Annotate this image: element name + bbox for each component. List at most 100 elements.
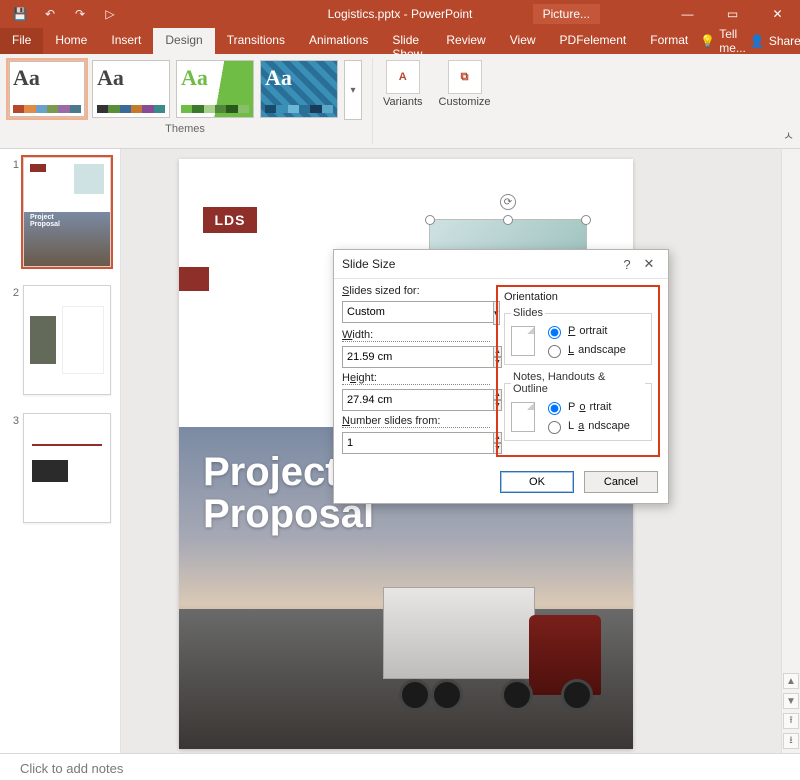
dialog-help-button[interactable]: ? [616,257,638,272]
notes-group-legend: Notes, Handouts & Outline [511,371,645,395]
truck-graphic [383,567,613,717]
notes-placeholder: Click to add notes [20,761,123,776]
window-title: Logistics.pptx - PowerPoint [328,7,473,21]
orientation-label: Orientation [504,291,652,303]
quick-access-toolbar: 💾 ↶ ↷ ▷ [0,2,130,26]
number-spinner[interactable]: ▲▼ [342,432,394,454]
themes-more-button[interactable]: ▾ [344,60,362,120]
customize-button[interactable]: ⧉ Customize [431,54,499,148]
title-bar: 💾 ↶ ↷ ▷ Logistics.pptx - PowerPoint Pict… [0,0,800,28]
width-spinner[interactable]: ▲▼ [342,346,414,368]
height-label: Height: [342,372,490,385]
slide-editor[interactable]: LDS ⟳ ProjectProposal [121,149,800,753]
width-input[interactable] [342,346,493,368]
slide-thumbnail-1[interactable]: ProjectProposal [23,157,111,267]
share-button[interactable]: 👤 Share [750,34,800,48]
page-icon [511,402,535,432]
thumb-number: 2 [9,285,19,395]
slides-group-legend: Slides [511,307,545,319]
tab-design[interactable]: Design [153,28,214,54]
tell-me-search[interactable]: 💡 Tell me... [700,27,746,55]
ok-button[interactable]: OK [500,471,574,493]
maximize-button[interactable]: ▭ [710,0,755,28]
tell-me-label: Tell me... [719,27,746,55]
workspace: 1 ProjectProposal 2 3 LDS [0,149,800,753]
tab-format[interactable]: Format [638,28,700,54]
thumb-number: 1 [9,157,19,267]
ribbon-design: Aa Aa Aa Aa ▾ Themes A Variants ⧉ Custom… [0,54,800,149]
theme-swatch-4[interactable]: Aa [260,60,338,118]
dialog-close-button[interactable]: ✕ [638,256,660,272]
vertical-scrollbar[interactable]: ▲ ▼ ⭱ ⭳ [781,149,800,753]
themes-group-label: Themes [0,122,370,138]
share-label: Share [769,34,800,48]
scroll-down-icon[interactable]: ▼ [783,693,799,709]
lightbulb-icon: 💡 [700,34,715,48]
rotate-handle[interactable]: ⟳ [500,194,516,210]
redo-icon[interactable]: ↷ [68,2,92,26]
theme-swatch-3[interactable]: Aa [176,60,254,118]
slides-portrait-radio[interactable]: Portrait [543,323,626,339]
height-input[interactable] [342,389,493,411]
cancel-button[interactable]: Cancel [584,471,658,493]
number-from-label: Number slides from: [342,415,490,428]
slide-thumbnail-3[interactable] [23,413,111,523]
slide-thumbnail-panel[interactable]: 1 ProjectProposal 2 3 [0,149,121,753]
context-tab-picture[interactable]: Picture... [533,4,600,24]
undo-icon[interactable]: ↶ [38,2,62,26]
width-label: Width: [342,329,490,342]
save-icon[interactable]: 💾 [8,2,32,26]
dialog-left-column: Slides sized for: ▾ Width: ▲▼ Height: ▲▼ [342,285,490,457]
number-input[interactable] [342,432,493,454]
ribbon-tabs: File Home Insert Design Transitions Anim… [0,28,800,54]
tab-review[interactable]: Review [434,28,497,54]
accent-block [179,267,209,291]
customize-label: Customize [439,96,491,108]
tab-slideshow[interactable]: Slide Show [380,28,434,54]
start-slideshow-icon[interactable]: ▷ [98,2,122,26]
sized-for-input[interactable] [342,301,493,323]
slides-landscape-radio[interactable]: Landscape [543,342,626,358]
theme-swatch-1[interactable]: Aa [8,60,86,118]
height-spinner[interactable]: ▲▼ [342,389,414,411]
slide-thumbnail-2[interactable] [23,285,111,395]
themes-group: Aa Aa Aa Aa ▾ Themes [0,54,370,148]
variants-label: Variants [383,96,423,108]
orientation-section: Orientation Slides Portrait Landscape [496,285,660,457]
tab-file[interactable]: File [0,28,43,54]
resize-handle[interactable] [425,215,435,225]
variants-icon: A [386,60,420,94]
notes-orientation-group: Notes, Handouts & Outline Portrait Lands… [504,371,652,441]
notes-landscape-radio[interactable]: Landscape [543,418,630,434]
scroll-up-icon[interactable]: ▲ [783,673,799,689]
dialog-titlebar[interactable]: Slide Size ? ✕ [334,250,668,279]
notes-pane[interactable]: Click to add notes [0,753,800,780]
sized-for-combo[interactable]: ▾ [342,301,490,325]
prev-slide-icon[interactable]: ⭱ [783,713,799,729]
notes-portrait-radio[interactable]: Portrait [543,399,630,415]
thumb-number: 3 [9,413,19,523]
tab-animations[interactable]: Animations [297,28,380,54]
tab-pdfelement[interactable]: PDFelement [548,28,639,54]
page-icon [511,326,535,356]
minimize-button[interactable]: — [665,0,710,28]
dialog-title: Slide Size [342,257,616,271]
variants-button[interactable]: A Variants [375,54,431,148]
share-icon: 👤 [750,34,765,48]
window-buttons: — ▭ ✕ [665,0,800,28]
resize-handle[interactable] [581,215,591,225]
tab-view[interactable]: View [498,28,548,54]
theme-swatch-2[interactable]: Aa [92,60,170,118]
tab-transitions[interactable]: Transitions [215,28,297,54]
tab-home[interactable]: Home [43,28,99,54]
tab-insert[interactable]: Insert [99,28,153,54]
slides-orientation-group: Slides Portrait Landscape [504,307,652,365]
customize-icon: ⧉ [448,60,482,94]
slide-size-dialog: Slide Size ? ✕ Slides sized for: ▾ Width… [333,249,669,504]
collapse-ribbon-button[interactable]: ㅅ [783,127,794,144]
close-button[interactable]: ✕ [755,0,800,28]
next-slide-icon[interactable]: ⭳ [783,733,799,749]
logo[interactable]: LDS [203,207,257,233]
resize-handle[interactable] [503,215,513,225]
sized-for-label: Slides sized for: [342,285,490,297]
